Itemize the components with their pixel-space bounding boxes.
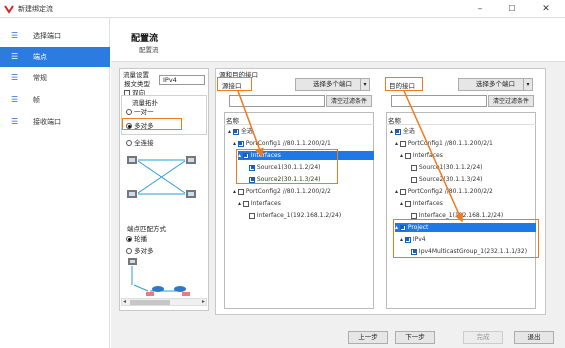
prev-button[interactable]: 上一步 bbox=[348, 331, 388, 344]
next-button[interactable]: 下一步 bbox=[395, 331, 435, 344]
finish-button[interactable]: 完成 bbox=[463, 331, 503, 344]
exit-button[interactable]: 退出 bbox=[514, 331, 554, 344]
annotation-arrows bbox=[237, 90, 464, 223]
